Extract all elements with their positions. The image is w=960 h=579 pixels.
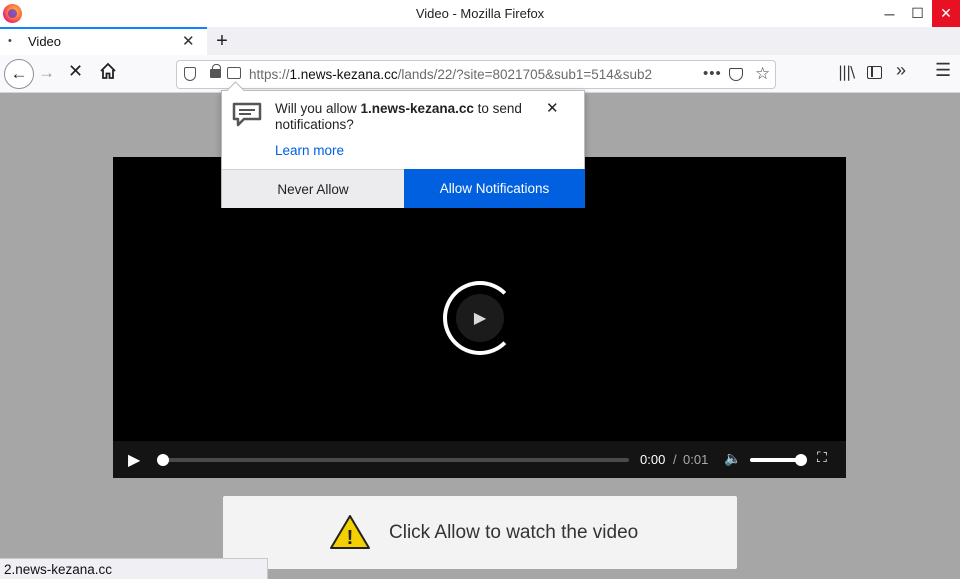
url-path: /lands/22/?site=8021705&sub1=514&sub2 [397, 67, 653, 82]
volume-knob[interactable] [795, 454, 807, 466]
progress-knob[interactable] [157, 454, 169, 466]
new-tab-button[interactable]: + [211, 27, 233, 55]
url-bar[interactable]: https://1.news-kezana.cc/lands/22/?site=… [176, 60, 776, 89]
fullscreen-icon[interactable]: ⛶ [817, 450, 827, 466]
warning-mark: ! [347, 527, 354, 549]
lock-icon[interactable] [210, 64, 221, 78]
time-separator: / [673, 452, 677, 467]
sidebar-icon[interactable] [867, 66, 882, 79]
navigation-bar: ← → ✕ https://1.news-kezana.cc/lands/22/… [0, 55, 960, 93]
tab-video[interactable]: • Video ✕ [0, 27, 207, 55]
home-icon[interactable] [99, 62, 117, 80]
url-domain: 1.news-kezana.cc [289, 67, 398, 82]
volume-slider[interactable] [750, 458, 801, 462]
current-time: 0:00 [640, 452, 666, 467]
play-button[interactable]: ▶ [128, 450, 140, 470]
volume-icon[interactable]: 🔈 [724, 450, 741, 467]
notification-permission-icon[interactable] [227, 67, 241, 79]
back-button[interactable]: ← [4, 59, 34, 89]
notification-message-start: Will you allow [275, 101, 361, 116]
library-icon[interactable]: |||\ [838, 63, 855, 81]
bookmark-star-icon[interactable]: ☆ [755, 64, 770, 84]
never-allow-button[interactable]: Never Allow [222, 169, 404, 208]
maximize-button[interactable]: ☐ [901, 0, 934, 27]
allow-prompt-text: Click Allow to watch the video [389, 522, 639, 543]
page-actions-more-icon[interactable]: ••• [703, 65, 722, 82]
hamburger-menu-icon[interactable]: ☰ [935, 60, 951, 81]
close-window-button[interactable]: ✕ [932, 0, 960, 27]
tab-close-icon[interactable]: ✕ [182, 32, 195, 50]
forward-button[interactable]: → [38, 63, 55, 83]
popup-close-icon[interactable]: ✕ [546, 99, 559, 117]
overflow-menu-icon[interactable]: » [896, 60, 906, 81]
url-prefix: https:// [249, 67, 290, 82]
video-controls: ▶ 0:00 / 0:01 🔈 ⛶ [113, 441, 846, 478]
status-url: 2.news-kezana.cc [4, 562, 113, 577]
learn-more-link[interactable]: Learn more [275, 143, 344, 158]
status-bar: 2.news-kezana.cc [0, 558, 268, 579]
title-bar: Video - Mozilla Firefox ─ ☐ ✕ [0, 0, 960, 27]
notification-permission-popup: Will you allow 1.news-kezana.cc to send … [221, 90, 585, 208]
tab-label: Video [28, 34, 62, 49]
notification-domain: 1.news-kezana.cc [360, 101, 474, 116]
notification-message: Will you allow 1.news-kezana.cc to send … [275, 101, 525, 133]
tab-loading-icon: • [8, 35, 12, 47]
stop-button[interactable]: ✕ [68, 61, 83, 82]
progress-bar[interactable] [159, 458, 629, 462]
pocket-icon[interactable] [729, 68, 743, 81]
allow-prompt-box: ! Click Allow to watch the video [223, 496, 737, 569]
notification-chat-icon [232, 102, 262, 127]
tab-strip: • Video ✕ + [0, 27, 960, 55]
window-title: Video - Mozilla Firefox [415, 6, 545, 21]
warning-icon: ! [330, 515, 370, 549]
allow-notifications-button[interactable]: Allow Notifications [404, 169, 585, 208]
tracking-protection-shield-icon[interactable] [184, 67, 196, 81]
big-play-icon[interactable]: ▶ [456, 294, 504, 342]
duration-time: 0:01 [683, 452, 709, 467]
url-text[interactable]: https://1.news-kezana.cc/lands/22/?site=… [249, 67, 697, 82]
